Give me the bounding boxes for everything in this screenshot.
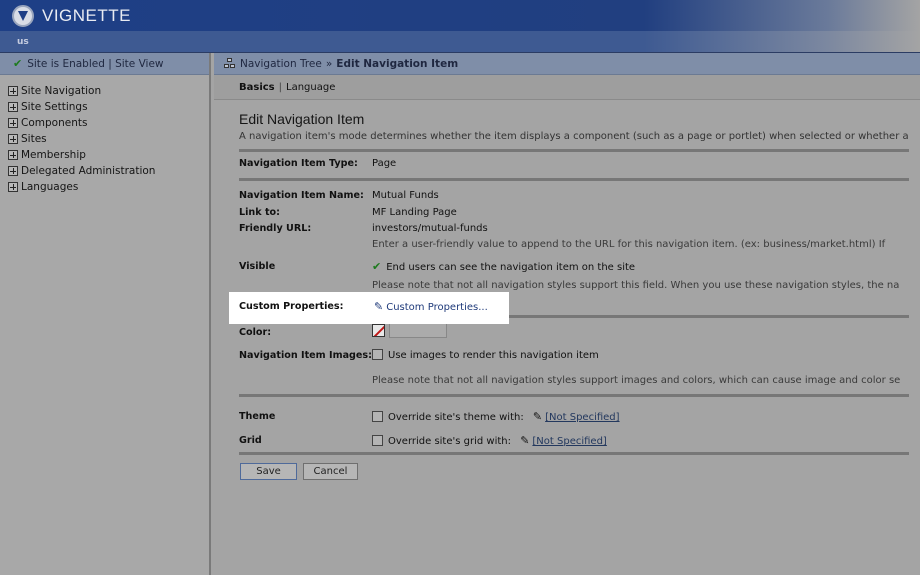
visible-option[interactable]: ✔ End users can see the navigation item o…: [372, 260, 635, 273]
images-checkbox[interactable]: [372, 349, 383, 360]
save-button[interactable]: Save: [240, 463, 297, 480]
expand-icon[interactable]: [8, 102, 18, 112]
custom-properties-label: Custom Properties:: [239, 301, 344, 312]
images-hint: Please note that not all navigation styl…: [372, 375, 901, 386]
expand-icon[interactable]: [8, 150, 18, 160]
type-value: Page: [372, 158, 397, 169]
images-option[interactable]: Use images to render this navigation ite…: [372, 349, 599, 361]
brand-name: VIGNETTE: [42, 6, 132, 25]
expand-icon[interactable]: [8, 166, 18, 176]
friendly-url-label: Friendly URL:: [239, 223, 312, 234]
sidebar-item-label: Site Settings: [21, 101, 88, 113]
breadcrumb-navigation-tree[interactable]: Navigation Tree: [240, 58, 322, 70]
grid-label: Grid: [239, 435, 262, 446]
pencil-icon[interactable]: ✎: [533, 410, 542, 423]
vignette-logo-icon: [12, 5, 34, 27]
sidebar-item-label: Languages: [21, 181, 79, 193]
custom-properties-link[interactable]: ✎ Custom Properties...: [374, 300, 488, 313]
link-to-value: MF Landing Page: [372, 207, 457, 218]
grid-link[interactable]: [Not Specified]: [532, 436, 606, 447]
breadcrumb-current: Edit Navigation Item: [336, 57, 459, 70]
sidebar-item-label: Site Navigation: [21, 85, 102, 97]
pencil-icon[interactable]: ✎: [520, 434, 529, 447]
sidebar-item-label: Components: [21, 117, 88, 129]
sidebar-item-site-settings[interactable]: Site Settings: [0, 99, 209, 115]
name-label: Navigation Item Name:: [239, 190, 364, 201]
images-label: Navigation Item Images:: [239, 350, 372, 361]
site-status: ✔ Site is Enabled | Site View: [0, 53, 209, 75]
sidebar-item-languages[interactable]: Languages: [0, 179, 209, 195]
site-status-text: Site is Enabled | Site View: [27, 57, 164, 70]
sidebar-nav: Site Navigation Site Settings Components…: [0, 75, 209, 195]
sidebar-item-label: Delegated Administration: [21, 165, 156, 177]
vignette-logo: VIGNETTE: [12, 5, 131, 27]
header-bar: VIGNETTE: [0, 0, 920, 31]
page-title: Edit Navigation Item: [239, 111, 365, 127]
grid-checkbox[interactable]: [372, 435, 383, 446]
color-picker[interactable]: [372, 322, 447, 338]
name-value: Mutual Funds: [372, 190, 439, 201]
sidebar-item-label: Membership: [21, 149, 86, 161]
pencil-icon[interactable]: ✎: [374, 300, 383, 313]
custom-properties-row: Custom Properties: ✎ Custom Properties...: [229, 292, 509, 324]
check-icon: ✔: [13, 57, 23, 70]
expand-icon[interactable]: [8, 86, 18, 96]
no-color-icon[interactable]: [372, 324, 385, 337]
sidebar-item-delegated-administration[interactable]: Delegated Administration: [0, 163, 209, 179]
tab-language[interactable]: Language: [286, 82, 335, 93]
custom-properties-link-text[interactable]: Custom Properties...: [386, 302, 488, 313]
color-input[interactable]: [389, 322, 447, 338]
divider: [239, 394, 909, 397]
divider: [239, 452, 909, 455]
color-label: Color:: [239, 327, 272, 338]
user-bar: us: [0, 31, 920, 53]
friendly-url-value: investors/mutual-funds: [372, 223, 488, 234]
page-description: A navigation item's mode determines whet…: [239, 131, 909, 142]
visible-text: End users can see the navigation item on…: [386, 262, 636, 273]
sidebar-item-sites[interactable]: Sites: [0, 131, 209, 147]
expand-icon[interactable]: [8, 182, 18, 192]
divider: [239, 149, 909, 152]
link-to-label: Link to:: [239, 207, 280, 218]
theme-link[interactable]: [Not Specified]: [545, 412, 619, 423]
user-name: us: [17, 37, 29, 47]
tab-bar: Basics | Language: [214, 75, 920, 100]
grid-option[interactable]: Override site's grid with: ✎ [Not Specifi…: [372, 434, 607, 447]
images-text: Use images to render this navigation ite…: [388, 350, 599, 361]
cancel-button[interactable]: Cancel: [303, 463, 358, 480]
check-icon[interactable]: ✔: [372, 260, 381, 273]
grid-text: Override site's grid with:: [388, 436, 511, 447]
divider: [239, 178, 909, 181]
expand-icon[interactable]: [8, 118, 18, 128]
sidebar-item-membership[interactable]: Membership: [0, 147, 209, 163]
breadcrumb-separator: »: [325, 57, 333, 70]
theme-text: Override site's theme with:: [388, 412, 524, 423]
tab-separator: |: [278, 81, 283, 93]
expand-icon[interactable]: [8, 134, 18, 144]
type-label: Navigation Item Type:: [239, 158, 358, 169]
sidebar-item-label: Sites: [21, 133, 47, 145]
breadcrumb: Navigation Tree » Edit Navigation Item: [214, 53, 920, 75]
theme-label: Theme: [239, 411, 276, 422]
visible-label: Visible: [239, 261, 276, 272]
theme-option[interactable]: Override site's theme with: ✎ [Not Specif…: [372, 410, 620, 423]
sidebar: ✔ Site is Enabled | Site View Site Navig…: [0, 53, 211, 575]
sidebar-item-site-navigation[interactable]: Site Navigation: [0, 83, 209, 99]
theme-checkbox[interactable]: [372, 411, 383, 422]
friendly-url-hint: Enter a user-friendly value to append to…: [372, 239, 886, 250]
navigation-tree-icon: [224, 58, 235, 69]
tab-basics[interactable]: Basics: [239, 82, 275, 93]
sidebar-item-components[interactable]: Components: [0, 115, 209, 131]
edit-form: Edit Navigation Item A navigation item's…: [239, 111, 919, 142]
visible-hint: Please note that not all navigation styl…: [372, 280, 900, 291]
